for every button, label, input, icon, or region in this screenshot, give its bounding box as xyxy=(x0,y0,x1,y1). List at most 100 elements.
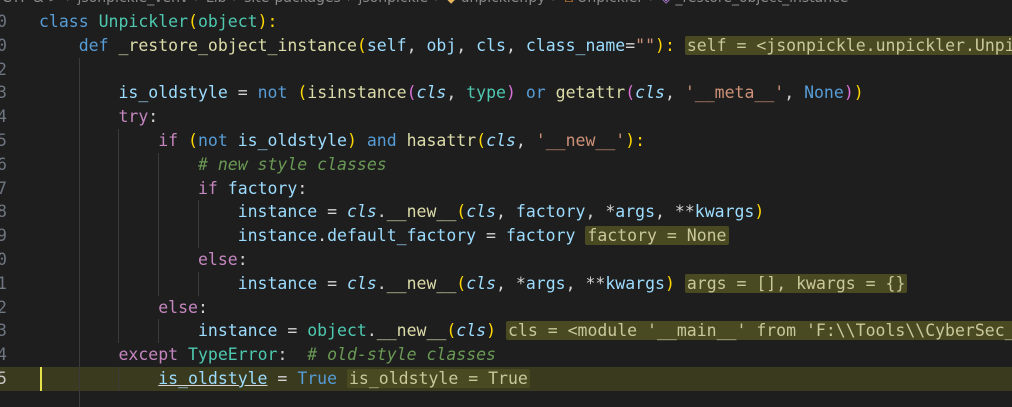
breadcrumb-item[interactable]: Lib xyxy=(206,0,227,6)
breadcrumb-item[interactable]: jsonpickle xyxy=(358,0,428,6)
breadcrumb-item[interactable]: site-packages xyxy=(244,0,341,6)
line-number: 9 xyxy=(0,226,7,246)
code-editor[interactable]: CTF & >›jsonpickle_venv›Lib›site-package… xyxy=(0,0,1012,407)
code-token: ( xyxy=(406,83,417,103)
code-token: ** xyxy=(674,202,695,222)
code-token: cls xyxy=(346,273,377,293)
breadcrumb-separator: › xyxy=(643,0,661,6)
code-token: or xyxy=(515,83,556,103)
code-line[interactable]: 7 if factory: xyxy=(0,176,1012,201)
code-line[interactable]: 5 is_oldstyle = True is_oldstyle = True xyxy=(0,366,1012,391)
breadcrumb-item[interactable]: unpickler.py xyxy=(461,0,546,6)
code-token: else xyxy=(158,297,198,317)
code-token: hasattr xyxy=(406,130,477,150)
code-token: ( xyxy=(625,83,636,103)
code-token: * xyxy=(515,273,526,293)
code-token: instance xyxy=(197,321,278,341)
code-token: ( xyxy=(456,202,467,222)
code-token: ) xyxy=(754,202,765,222)
code-line[interactable]: 2 else: xyxy=(0,295,1012,320)
inline-value-hint: args = [], kwargs = {} xyxy=(684,273,908,293)
breadcrumb-item[interactable]: _restore_object_instance xyxy=(675,0,848,6)
code-token: except xyxy=(118,345,189,365)
code-line[interactable]: 8 instance = cls.__new__(cls, factory, *… xyxy=(0,200,1012,225)
line-number: 3 xyxy=(0,321,7,341)
code-token: ( xyxy=(476,130,487,150)
code-line[interactable]: 0 else: xyxy=(0,247,1012,272)
code-token: "" xyxy=(635,35,656,55)
code-token: args xyxy=(525,273,566,293)
code-token: instance xyxy=(237,273,318,293)
code-token: class xyxy=(39,12,99,31)
breadcrumb-item[interactable]: Unpickler xyxy=(577,0,643,6)
code-token: ** xyxy=(585,273,606,293)
class-icon: ⧉ xyxy=(563,0,577,6)
breadcrumb-item[interactable]: jsonpickle_venv xyxy=(78,0,189,6)
code-token: ) xyxy=(486,321,497,341)
code-line[interactable]: 1 instance = cls.__new__(cls, *args, **k… xyxy=(0,271,1012,296)
code-line[interactable]: 0 def _restore_object_instance(self, obj… xyxy=(0,34,1012,58)
code-token: : xyxy=(148,107,159,127)
code-token: . xyxy=(376,273,387,293)
code-token: not xyxy=(197,130,238,150)
code-line[interactable]: 4 except TypeError: # old-style classes xyxy=(0,343,1012,367)
code-token: ( xyxy=(456,273,467,293)
code-line[interactable] xyxy=(0,390,1012,407)
code-token: , xyxy=(664,83,685,103)
code-token: , xyxy=(784,83,805,103)
line-text: else: xyxy=(39,248,248,272)
code-token: __new__ xyxy=(376,321,447,341)
code-area[interactable]: 0 class Unpickler(object): 0 def _restore_… xyxy=(0,10,1012,407)
line-number: 0 xyxy=(0,12,7,31)
code-line[interactable]: 9 instance.default_factory = factory fac… xyxy=(0,224,1012,248)
code-token: self xyxy=(366,35,407,55)
code-line[interactable]: 6 # new style classes xyxy=(0,152,1012,177)
indent-guide xyxy=(78,390,80,407)
code-token: ) xyxy=(347,130,357,150)
code-line[interactable]: 4 try: xyxy=(0,105,1012,129)
code-line[interactable]: 2 xyxy=(0,57,1012,82)
code-token: # old-style classes xyxy=(307,345,496,365)
breadcrumb-separator: › xyxy=(60,0,78,6)
line-text: if factory: xyxy=(39,177,307,201)
code-token: __new__ xyxy=(386,273,457,293)
code-token: cls xyxy=(476,35,506,55)
inline-value-hint: self = <jsonpickle.unpickler.Unpickl xyxy=(684,35,1012,55)
code-token: cls xyxy=(456,321,487,341)
code-token: : xyxy=(197,297,208,317)
code-token: : xyxy=(297,178,308,198)
code-token: ): xyxy=(625,130,646,150)
line-number: 1 xyxy=(0,273,7,293)
code-line[interactable]: 3 is_oldstyle = not (isinstance(cls, typ… xyxy=(0,81,1012,106)
breadcrumb-item[interactable]: CTF & > xyxy=(2,0,60,6)
indent-guide xyxy=(78,57,80,82)
code-token: else xyxy=(197,249,238,269)
line-number: 0 xyxy=(0,249,7,269)
code-line[interactable]: 3 instance = object.__new__(cls) cls = <… xyxy=(0,319,1012,344)
code-token: obj xyxy=(426,35,457,55)
code-line[interactable]: 5 if (not is_oldstyle) and hasattr(cls, … xyxy=(0,128,1012,153)
code-token: cls xyxy=(346,202,377,222)
code-token: Unpickler xyxy=(98,12,189,31)
code-token: not xyxy=(257,83,298,103)
code-token: , xyxy=(496,273,516,293)
code-token: __new__ xyxy=(386,202,457,222)
code-token: '__meta__' xyxy=(684,83,785,103)
breadcrumb: CTF & >›jsonpickle_venv›Lib›site-package… xyxy=(0,0,1012,8)
line-text: instance.default_factory = factory facto… xyxy=(39,224,729,248)
code-token: TypeError xyxy=(188,345,278,365)
code-token: default_factory xyxy=(327,226,477,246)
breadcrumb-separator: › xyxy=(227,0,245,6)
line-text: is_oldstyle = not (isinstance(cls, type)… xyxy=(39,81,863,105)
code-token: isinstance xyxy=(307,83,407,103)
code-line[interactable]: 0 class Unpickler(object): xyxy=(0,10,1012,34)
